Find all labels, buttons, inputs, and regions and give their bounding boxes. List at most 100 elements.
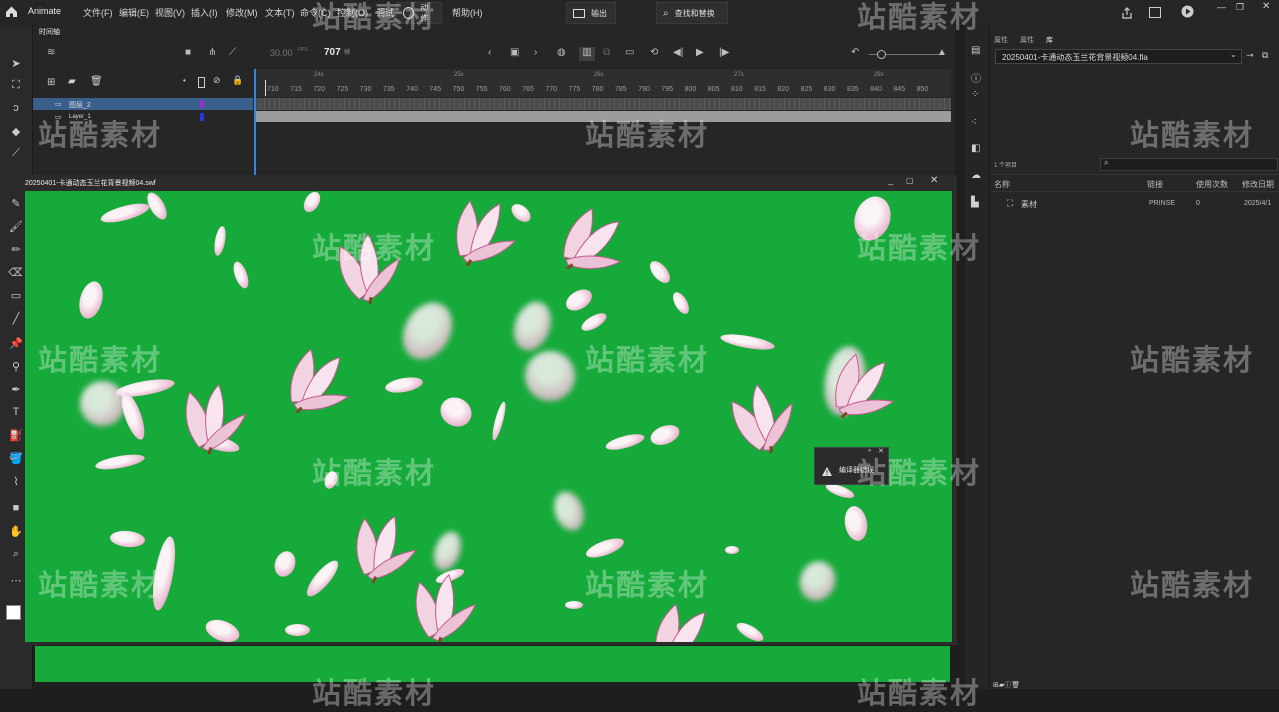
frame-number: 835: [847, 86, 859, 93]
zoom-slider-handle[interactable]: [877, 50, 886, 59]
delete-layer-icon[interactable]: 🗑: [90, 76, 103, 87]
petal-graphic: [734, 619, 766, 642]
playhead[interactable]: [254, 69, 256, 177]
layer-name[interactable]: Layer_1: [69, 114, 91, 120]
layers-icon[interactable]: ≋: [47, 47, 55, 58]
selection-tool-icon[interactable]: ➤: [8, 55, 24, 71]
column-use-count[interactable]: 使用次数: [1196, 179, 1228, 190]
layer-color-swatch[interactable]: [200, 100, 204, 108]
visibility-icon[interactable]: ⊘: [213, 75, 221, 86]
stage-maximize-icon[interactable]: ▢: [906, 176, 914, 185]
info-panel-icon[interactable]: ⓘ: [971, 70, 981, 85]
menu-view[interactable]: 视图(V): [155, 6, 185, 19]
home-icon[interactable]: [5, 5, 18, 23]
new-library-icon[interactable]: ⧉: [1262, 50, 1268, 61]
tab-properties-2[interactable]: 属性: [1020, 35, 1034, 45]
column-name[interactable]: 名称: [994, 179, 1010, 190]
close-icon[interactable]: ✕: [1262, 1, 1270, 12]
free-transform-tool-icon[interactable]: ⛶: [8, 77, 24, 93]
graph-icon[interactable]: ⟋: [229, 47, 236, 58]
panel-layout-icon[interactable]: [1149, 7, 1161, 18]
menu-edit[interactable]: 编辑(E): [119, 6, 149, 19]
stage-title: 20250401-卡通动态玉兰花背景视频04.swf: [25, 180, 156, 187]
column-date-modified[interactable]: 修改日期: [1242, 179, 1274, 190]
layer-name[interactable]: 图层_2: [69, 100, 91, 110]
step-forward-icon[interactable]: |▶: [719, 47, 729, 58]
align-panel-icon[interactable]: ▤: [971, 45, 980, 56]
highlight-dot-icon[interactable]: •: [183, 76, 186, 85]
menu-debug[interactable]: 调试: [376, 6, 394, 19]
layer-row-layer1[interactable]: ▭ Layer_1: [33, 111, 253, 123]
stage-minimize-icon[interactable]: _: [888, 175, 893, 185]
restore-icon[interactable]: ❐: [1236, 2, 1244, 13]
compiler-errors-panel[interactable]: » ✕ 编译器错误: [814, 447, 889, 485]
undo-icon[interactable]: ↶: [851, 47, 859, 58]
new-folder-icon[interactable]: ▰: [68, 76, 76, 87]
output-panel-button[interactable]: 输出: [566, 2, 616, 24]
fps-value[interactable]: 30.00: [270, 48, 293, 58]
actions-panel-button[interactable]: 动作: [396, 2, 442, 24]
current-frame[interactable]: 707: [324, 47, 341, 58]
lock-icon[interactable]: 🔒: [232, 75, 243, 86]
swatches-panel-icon[interactable]: ⁘: [971, 89, 979, 100]
outline-icon[interactable]: [198, 77, 205, 88]
camera-icon[interactable]: ■: [185, 47, 191, 58]
menu-modify[interactable]: 修改(M): [226, 6, 258, 19]
menu-control[interactable]: 控制(O): [337, 6, 368, 19]
stage-close-icon[interactable]: ✕: [930, 175, 938, 186]
edit-multiple-frames-icon[interactable]: ▥: [579, 47, 595, 61]
column-linkage[interactable]: 链接: [1147, 179, 1163, 190]
menu-insert[interactable]: 插入(I): [191, 6, 218, 19]
components-panel-icon[interactable]: ▙: [971, 197, 979, 208]
mountain-zoom-icon[interactable]: ▲: [937, 47, 947, 58]
transform-panel-icon[interactable]: ◧: [971, 143, 980, 154]
play-icon[interactable]: ▶: [696, 47, 704, 58]
menu-help[interactable]: 帮助(H): [452, 6, 483, 19]
second-marker: 28s: [874, 72, 884, 78]
find-replace-panel-button[interactable]: ⌕ 查找和替换: [656, 2, 728, 24]
test-movie-play-icon[interactable]: [1181, 5, 1194, 23]
panel-close-icon[interactable]: ✕: [878, 447, 884, 455]
panel-expand-icon[interactable]: »: [868, 448, 871, 454]
layer-depth-icon[interactable]: ⋔: [208, 47, 216, 58]
frame-number: 815: [754, 86, 766, 93]
pin-icon[interactable]: ⊸: [1246, 50, 1254, 61]
document-select[interactable]: 20250401-卡通动态玉兰花背景视频04.fla ⌄: [995, 49, 1242, 64]
frame-number: 750: [452, 86, 465, 93]
onion-skin-icon[interactable]: ◍: [557, 47, 566, 58]
loop-icon[interactable]: ⟲: [650, 47, 658, 58]
frame-track-layer1[interactable]: [254, 111, 951, 122]
stage-canvas[interactable]: [25, 191, 952, 642]
next-keyframe-icon[interactable]: ›: [534, 47, 537, 58]
library-search-input[interactable]: ⌕: [1100, 158, 1278, 171]
fill-color-swatch[interactable]: [6, 605, 21, 620]
frame-number: 805: [707, 86, 720, 93]
stop-icon[interactable]: ▣: [510, 47, 519, 58]
assets-panel-icon[interactable]: ☁: [971, 170, 981, 181]
minimize-icon[interactable]: —: [1217, 2, 1226, 12]
frame-number: 790: [638, 86, 650, 93]
menu-text[interactable]: 文本(T): [265, 6, 295, 19]
petal-graphic: [489, 400, 509, 442]
new-layer-icon[interactable]: ⊞: [47, 77, 55, 88]
bone-tool-icon[interactable]: ⟋: [8, 145, 24, 161]
prev-keyframe-icon[interactable]: ‹: [488, 47, 491, 58]
frame-view-icon[interactable]: ▭: [625, 47, 634, 58]
tab-properties[interactable]: 属性: [994, 35, 1008, 45]
layer-color-swatch[interactable]: [200, 113, 204, 121]
frame-number: 745: [429, 86, 442, 93]
onion-outline-icon[interactable]: ⧉: [603, 47, 610, 58]
lasso-tool-icon[interactable]: ↄ: [8, 100, 24, 116]
layer-row-layer2[interactable]: ▭ 图层_2: [33, 98, 253, 110]
frame-track-layer2[interactable]: [254, 98, 951, 110]
timeline-tab[interactable]: 时间轴: [39, 27, 60, 37]
share-icon[interactable]: [1121, 6, 1133, 24]
motion-panel-icon[interactable]: ⁖: [971, 117, 977, 128]
library-item-row[interactable]: ⛶ 素材 PRINSE 0 2025/4/1: [990, 195, 1279, 211]
menu-file[interactable]: 文件(F): [83, 6, 113, 19]
fill-transform-icon[interactable]: ◆: [8, 123, 24, 139]
menu-commands[interactable]: 命令(C): [300, 6, 331, 19]
frame-unit: 帧: [344, 50, 351, 56]
step-back-icon[interactable]: ◀|: [673, 47, 683, 58]
tab-library[interactable]: 库: [1046, 35, 1053, 45]
